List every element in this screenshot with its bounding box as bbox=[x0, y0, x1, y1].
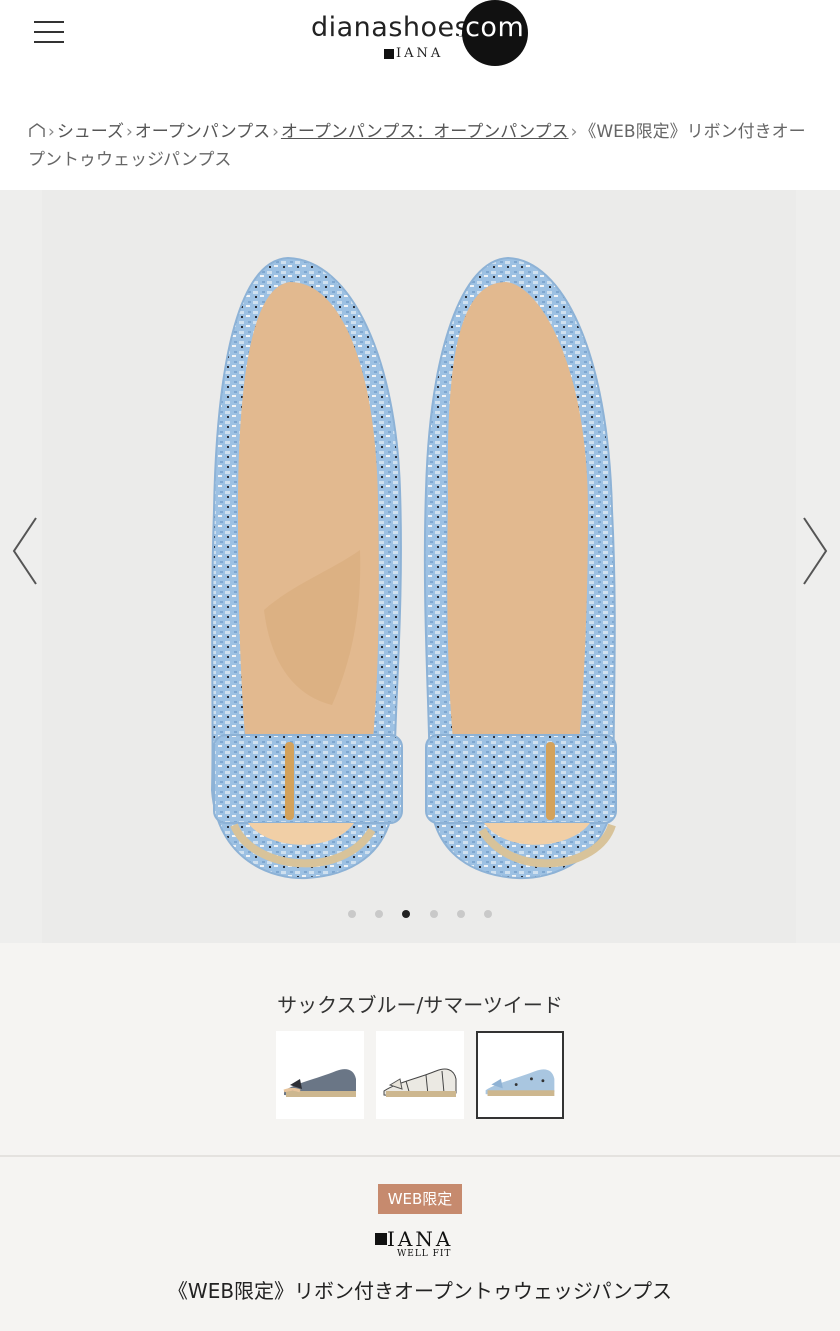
brand-mark-icon bbox=[375, 1233, 387, 1245]
logo-sub-text: IANA bbox=[396, 46, 444, 61]
color-swatches bbox=[275, 1031, 575, 1119]
site-header: dianashoes .com IANA bbox=[0, 0, 840, 100]
carousel-dot[interactable] bbox=[429, 910, 438, 918]
product-title: 《WEB限定》リボン付きオープントゥウェッジパンプス bbox=[167, 1279, 673, 1303]
web-limited-badge: WEB限定 bbox=[378, 1184, 462, 1214]
chevron-left-icon[interactable] bbox=[10, 516, 40, 586]
breadcrumb-item-open-pumps-sub[interactable]: オープンパンプス：オープンパンプス bbox=[281, 122, 569, 142]
brand-subtitle: WELL FIT bbox=[397, 1249, 452, 1259]
carousel-dot[interactable] bbox=[456, 910, 465, 918]
left-shoe bbox=[210, 256, 403, 880]
product-image-carousel[interactable] bbox=[0, 190, 840, 943]
breadcrumb-separator: › bbox=[570, 122, 578, 142]
shoe-illustration bbox=[210, 256, 617, 880]
breadcrumb-separator: › bbox=[272, 122, 279, 142]
chevron-right-icon[interactable] bbox=[800, 516, 830, 586]
carousel-dot[interactable] bbox=[375, 910, 384, 918]
brand-logo[interactable]: IANA WELL FIT bbox=[373, 1227, 473, 1263]
brand-mark-icon bbox=[384, 49, 394, 59]
swatch-shoe-image bbox=[283, 1069, 356, 1097]
carousel-dot-active[interactable] bbox=[402, 910, 411, 918]
breadcrumb: › シューズ › オープンパンプス › オープンパンプス：オープンパンプス › 《WEB限定》… bbox=[28, 118, 818, 174]
breadcrumb-item-open-pumps[interactable]: オープンパンプス bbox=[135, 122, 270, 142]
color-swatch-white-check[interactable] bbox=[376, 1031, 464, 1119]
breadcrumb-item-shoes[interactable]: シューズ bbox=[57, 122, 124, 142]
swatch-shoe-image bbox=[383, 1068, 457, 1097]
product-image[interactable] bbox=[42, 190, 796, 943]
brand-name: IANA bbox=[387, 1227, 454, 1251]
selected-color-name: サックスブルー/サマーツイード bbox=[277, 993, 563, 1017]
hamburger-menu-icon[interactable] bbox=[34, 20, 64, 44]
right-shoe bbox=[423, 256, 617, 880]
carousel-dot[interactable] bbox=[483, 910, 492, 918]
logo-com-text: .com bbox=[456, 12, 525, 43]
carousel-pagination bbox=[0, 903, 840, 922]
carousel-dot[interactable] bbox=[348, 910, 357, 918]
swatch-shoe-image bbox=[485, 1069, 555, 1096]
color-swatch-navy[interactable] bbox=[276, 1031, 364, 1119]
product-info: WEB限定 IANA WELL FIT 《WEB限定》リボン付きオープントゥウェ… bbox=[0, 1157, 840, 1331]
color-selector: サックスブルー/サマーツイード bbox=[0, 943, 840, 1155]
site-logo[interactable]: dianashoes .com IANA bbox=[310, 0, 540, 72]
breadcrumb-separator: › bbox=[48, 122, 55, 142]
color-swatch-sax-blue[interactable] bbox=[476, 1031, 564, 1119]
home-icon[interactable] bbox=[28, 122, 46, 138]
logo-text: dianashoes bbox=[311, 12, 470, 43]
breadcrumb-separator: › bbox=[125, 122, 133, 142]
